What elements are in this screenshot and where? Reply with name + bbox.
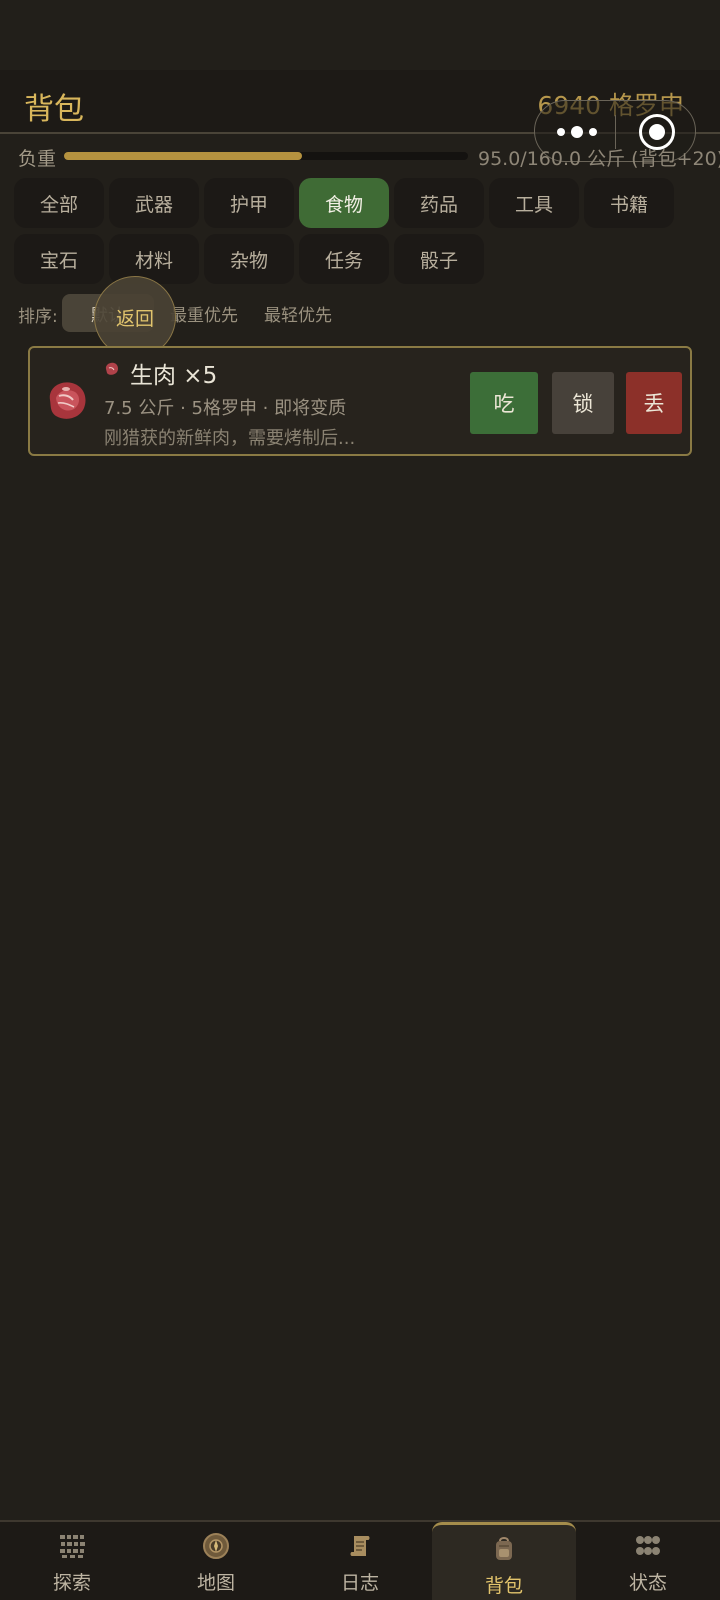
category-tab[interactable]: 武器 (109, 178, 199, 228)
category-tab[interactable]: 宝石 (14, 234, 104, 284)
lock-button[interactable]: 锁 (552, 372, 614, 434)
category-tab[interactable]: 食物 (299, 178, 389, 228)
weight-progress-fill (64, 152, 303, 160)
eat-button[interactable]: 吃 (470, 372, 538, 434)
nav-label: 地图 (196, 1572, 235, 1594)
inventory-item[interactable]: 生肉 ×5 7.5 公斤 · 5格罗申 · 即将变质 刚猎获的新鲜肉，需要烤制后… (28, 346, 692, 456)
more-menu-icon[interactable] (557, 120, 597, 144)
status-bar-area (0, 0, 720, 70)
status-icon (636, 1536, 660, 1555)
sort-lightest-button[interactable]: 最轻优先 (258, 294, 338, 332)
weight-progress-bar (64, 152, 468, 160)
category-tab[interactable]: 骰子 (394, 234, 484, 284)
category-tab[interactable]: 工具 (489, 178, 579, 228)
nav-status[interactable]: 状态 (576, 1522, 720, 1600)
drop-button[interactable]: 丢 (626, 372, 682, 434)
item-description: 刚猎获的新鲜肉，需要烤制后... (104, 428, 356, 449)
weight-value: 95.0/160.0 公斤 (背包+20) (478, 148, 720, 170)
nav-label: 背包 (484, 1575, 523, 1597)
nav-label: 日志 (340, 1572, 379, 1594)
sort-heaviest-button[interactable]: 最重优先 (164, 294, 244, 332)
explore-icon (60, 1535, 85, 1558)
category-tab[interactable]: 护甲 (204, 178, 294, 228)
backpack-icon (496, 1537, 512, 1560)
nav-journal[interactable]: 日志 (288, 1522, 432, 1600)
category-tab[interactable]: 材料 (109, 234, 199, 284)
nav-map[interactable]: 地图 (144, 1522, 288, 1600)
category-tab[interactable]: 全部 (14, 178, 104, 228)
meat-small-icon (105, 362, 118, 375)
item-meta: 7.5 公斤 · 5格罗申 · 即将变质 (104, 398, 347, 419)
category-tab[interactable]: 药品 (394, 178, 484, 228)
nav-label: 探索 (52, 1572, 91, 1594)
raw-meat-icon (49, 382, 86, 419)
bottom-navigation: 探索 地图 日志 背包 状态 (0, 1520, 720, 1600)
weight-label: 负重 (18, 148, 57, 170)
category-tab[interactable]: 书籍 (584, 178, 674, 228)
sort-label: 排序: (18, 307, 58, 327)
nav-label: 状态 (628, 1572, 667, 1594)
map-icon (203, 1533, 229, 1559)
category-tab[interactable]: 任务 (299, 234, 389, 284)
page-title: 背包 (24, 92, 84, 127)
journal-scroll-icon (350, 1536, 370, 1556)
nav-backpack[interactable]: 背包 (432, 1522, 576, 1600)
category-tab[interactable]: 杂物 (204, 234, 294, 284)
item-name: 生肉 ×5 (130, 363, 218, 389)
nav-explore[interactable]: 探索 (0, 1522, 144, 1600)
